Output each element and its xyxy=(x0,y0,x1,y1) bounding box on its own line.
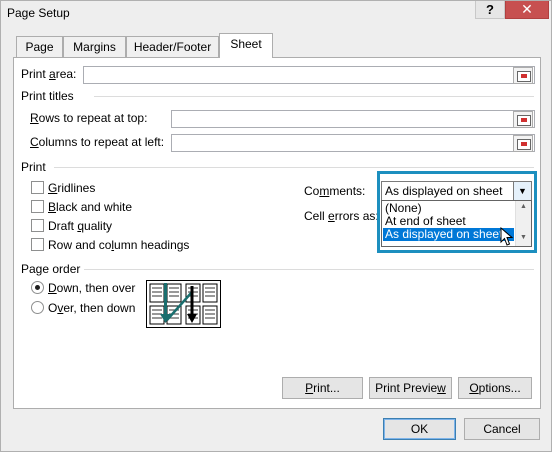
over-then-down-label: Over, then down xyxy=(48,301,136,315)
print-area-label: Print area: xyxy=(21,67,77,81)
rows-repeat-label: Rows to repeat at top: xyxy=(30,111,148,125)
tab-label: Page xyxy=(25,40,54,54)
print-area-input[interactable] xyxy=(83,66,535,84)
scroll-down-icon[interactable]: ▼ xyxy=(516,234,531,241)
dropdown-option-as-displayed[interactable]: As displayed on sheet xyxy=(383,228,514,241)
section-divider xyxy=(84,269,534,270)
row-col-headings-label: Row and column headings xyxy=(48,238,190,252)
print-button[interactable]: Print... xyxy=(282,377,363,399)
close-button[interactable]: ✕ xyxy=(505,1,549,19)
cols-repeat-input[interactable] xyxy=(171,134,535,152)
down-then-over-label: Down, then over xyxy=(48,281,136,295)
mouse-cursor-icon xyxy=(500,227,514,246)
page-order-preview-icon xyxy=(146,280,221,328)
cols-repeat-label: Columns to repeat at left: xyxy=(30,135,165,149)
comments-selected-value: As displayed on sheet xyxy=(385,184,503,198)
draft-quality-checkbox[interactable] xyxy=(31,219,44,232)
comments-select[interactable]: As displayed on sheet ▼ xyxy=(381,181,532,201)
page-order-heading: Page order xyxy=(21,262,81,276)
tab-margins[interactable]: Margins xyxy=(63,36,126,57)
help-icon: ? xyxy=(486,2,494,17)
close-icon: ✕ xyxy=(521,1,533,17)
tab-label: Margins xyxy=(73,40,116,54)
tab-header-footer[interactable]: Header/Footer xyxy=(126,36,219,57)
cancel-button[interactable]: Cancel xyxy=(464,418,540,440)
section-divider xyxy=(54,167,534,168)
black-white-label: Black and white xyxy=(48,200,133,214)
down-then-over-radio[interactable] xyxy=(31,281,44,294)
collapse-dialog-icon[interactable] xyxy=(513,135,533,152)
gridlines-checkbox[interactable] xyxy=(31,181,44,194)
title-bar: Page Setup ? ✕ xyxy=(1,1,551,25)
rows-repeat-input[interactable] xyxy=(171,110,535,128)
page-setup-dialog: Page Setup ? ✕ Page Margins Header/Foote… xyxy=(0,0,552,452)
cell-errors-label: Cell errors as: xyxy=(304,209,379,223)
print-heading: Print xyxy=(21,160,46,174)
chevron-down-icon[interactable]: ▼ xyxy=(513,182,531,200)
black-white-checkbox[interactable] xyxy=(31,200,44,213)
scroll-up-icon[interactable]: ▲ xyxy=(516,203,531,210)
window-title: Page Setup xyxy=(7,6,70,20)
print-preview-button[interactable]: Print Preview xyxy=(369,377,452,399)
options-button[interactable]: Options... xyxy=(458,377,532,399)
over-then-down-radio[interactable] xyxy=(31,301,44,314)
collapse-dialog-icon[interactable] xyxy=(513,67,533,84)
dropdown-scrollbar[interactable]: ▲ ▼ xyxy=(515,201,531,246)
gridlines-label: Gridlines xyxy=(48,181,96,195)
comments-label: Comments: xyxy=(304,184,366,198)
collapse-dialog-icon[interactable] xyxy=(513,111,533,128)
tab-sheet[interactable]: Sheet xyxy=(219,33,273,58)
tab-label: Sheet xyxy=(230,37,262,51)
print-titles-heading: Print titles xyxy=(21,89,74,103)
draft-quality-label: Draft quality xyxy=(48,219,113,233)
tab-label: Header/Footer xyxy=(133,40,212,54)
ok-button[interactable]: OK xyxy=(383,418,456,440)
tab-page[interactable]: Page xyxy=(16,36,63,57)
help-button[interactable]: ? xyxy=(475,1,505,19)
row-col-headings-checkbox[interactable] xyxy=(31,238,44,251)
section-divider xyxy=(94,96,534,97)
